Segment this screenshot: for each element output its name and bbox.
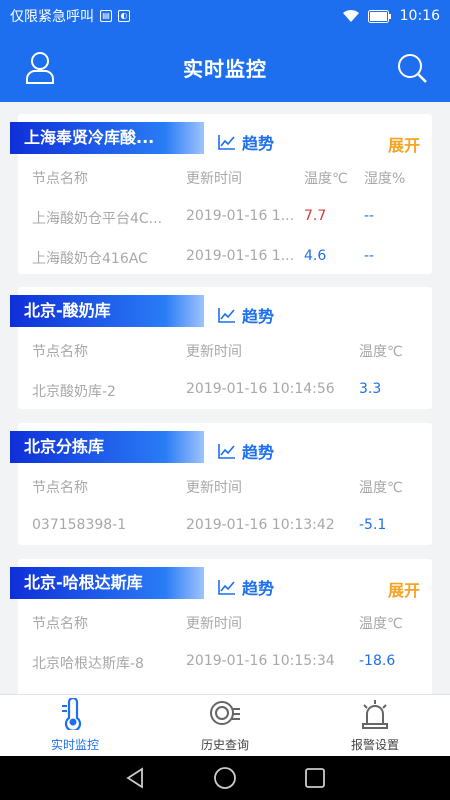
tab-history-query[interactable]: 历史查询 [150, 695, 300, 756]
warehouse-name: 北京-酸奶库 [10, 295, 204, 327]
recents-icon [305, 768, 325, 788]
expand-button[interactable]: 展开 [388, 132, 420, 156]
table-header: 节点名称 更新时间 温度℃ [32, 480, 403, 496]
table-row[interactable]: 北京哈根达斯库-8 2019-01-16 10:15:34 -18.6 [18, 641, 432, 681]
table-row[interactable]: 037158398-1 2019-01-16 10:13:42 -5.1 [18, 505, 432, 545]
table-row[interactable]: 北京酸奶库-2 2019-01-16 10:14:56 3.3 [18, 369, 432, 409]
status-bar: 仅限紧急呼叫 ▤ ◐ 10:16 [0, 0, 450, 32]
app-notification-icon: ◐ [118, 10, 130, 22]
recents-button[interactable] [301, 764, 329, 792]
table-row[interactable]: 上海酸奶仓平台4C... 2019-01-16 1... 7.7 -- [18, 196, 432, 236]
trend-chart-icon [218, 308, 235, 323]
trend-button[interactable]: 趋势 [218, 130, 274, 154]
top-bar: 仅限紧急呼叫 ▤ ◐ 10:16 实时监控 [0, 0, 450, 102]
table-row[interactable]: 上海酸奶仓416AC 2019-01-16 1... 4.6 -- [18, 236, 432, 276]
table-header: 节点名称 更新时间 温度℃ [32, 344, 403, 360]
temperature-value: -5.1 [359, 517, 387, 533]
back-button[interactable] [121, 764, 149, 792]
table-header: 节点名称 更新时间 温度℃ [32, 616, 403, 632]
carrier-text: 仅限紧急呼叫 [10, 9, 94, 25]
trend-chart-icon [218, 444, 235, 459]
trend-chart-icon [218, 135, 235, 150]
humidity-value: -- [364, 208, 375, 224]
wifi-icon [342, 9, 359, 22]
notification-icon: ▤ [100, 10, 112, 22]
home-icon [214, 767, 236, 789]
temperature-value: 4.6 [304, 248, 327, 264]
thermometer-icon [62, 698, 82, 730]
user-icon [26, 52, 54, 84]
table-header: 节点名称 更新时间 温度℃ 湿度% [32, 171, 406, 187]
warehouse-card: 北京-哈根达斯库 趋势 展开 节点名称 更新时间 温度℃ 北京哈根达斯库-8 2… [10, 559, 432, 694]
warehouse-card: 北京分拣库 趋势 节点名称 更新时间 温度℃ 037158398-1 2019-… [10, 423, 432, 545]
temperature-value: 7.7 [304, 208, 327, 224]
expand-button[interactable]: 展开 [388, 577, 420, 601]
tab-realtime-monitor[interactable]: 实时监控 [0, 695, 150, 756]
warehouse-card: 上海奉贤冷库酸... 趋势 展开 节点名称 更新时间 温度℃ 湿度% 上海酸奶仓… [10, 114, 432, 276]
warehouse-name: 上海奉贤冷库酸... [10, 122, 204, 154]
history-search-icon [210, 701, 240, 725]
page-title: 实时监控 [183, 56, 267, 81]
trend-button[interactable]: 趋势 [218, 439, 274, 463]
trend-chart-icon [218, 580, 235, 595]
trend-button[interactable]: 趋势 [218, 575, 274, 599]
search-button[interactable] [392, 48, 432, 88]
temperature-value: 3.3 [359, 381, 382, 397]
app-header: 实时监控 [0, 32, 450, 102]
warehouse-card: 北京-酸奶库 趋势 节点名称 更新时间 温度℃ 北京酸奶库-2 2019-01-… [10, 287, 432, 409]
warehouse-name: 北京分拣库 [10, 431, 204, 463]
battery-icon [367, 9, 391, 23]
system-nav-bar [0, 756, 450, 800]
search-icon [398, 54, 427, 83]
tab-alarm-settings[interactable]: 报警设置 [300, 695, 450, 756]
bottom-tab-bar: 实时监控 历史查询 报警设置 [0, 694, 450, 756]
monitor-list[interactable]: 上海奉贤冷库酸... 趋势 展开 节点名称 更新时间 温度℃ 湿度% 上海酸奶仓… [0, 102, 450, 694]
alarm-siren-icon [362, 700, 388, 729]
home-button[interactable] [211, 764, 239, 792]
clock-time: 10:16 [399, 8, 440, 24]
humidity-value: -- [364, 248, 375, 264]
back-icon [126, 767, 143, 789]
trend-button[interactable]: 趋势 [218, 303, 274, 327]
warehouse-name: 北京-哈根达斯库 [10, 567, 204, 599]
user-button[interactable] [20, 48, 60, 88]
temperature-value: -18.6 [359, 653, 396, 669]
